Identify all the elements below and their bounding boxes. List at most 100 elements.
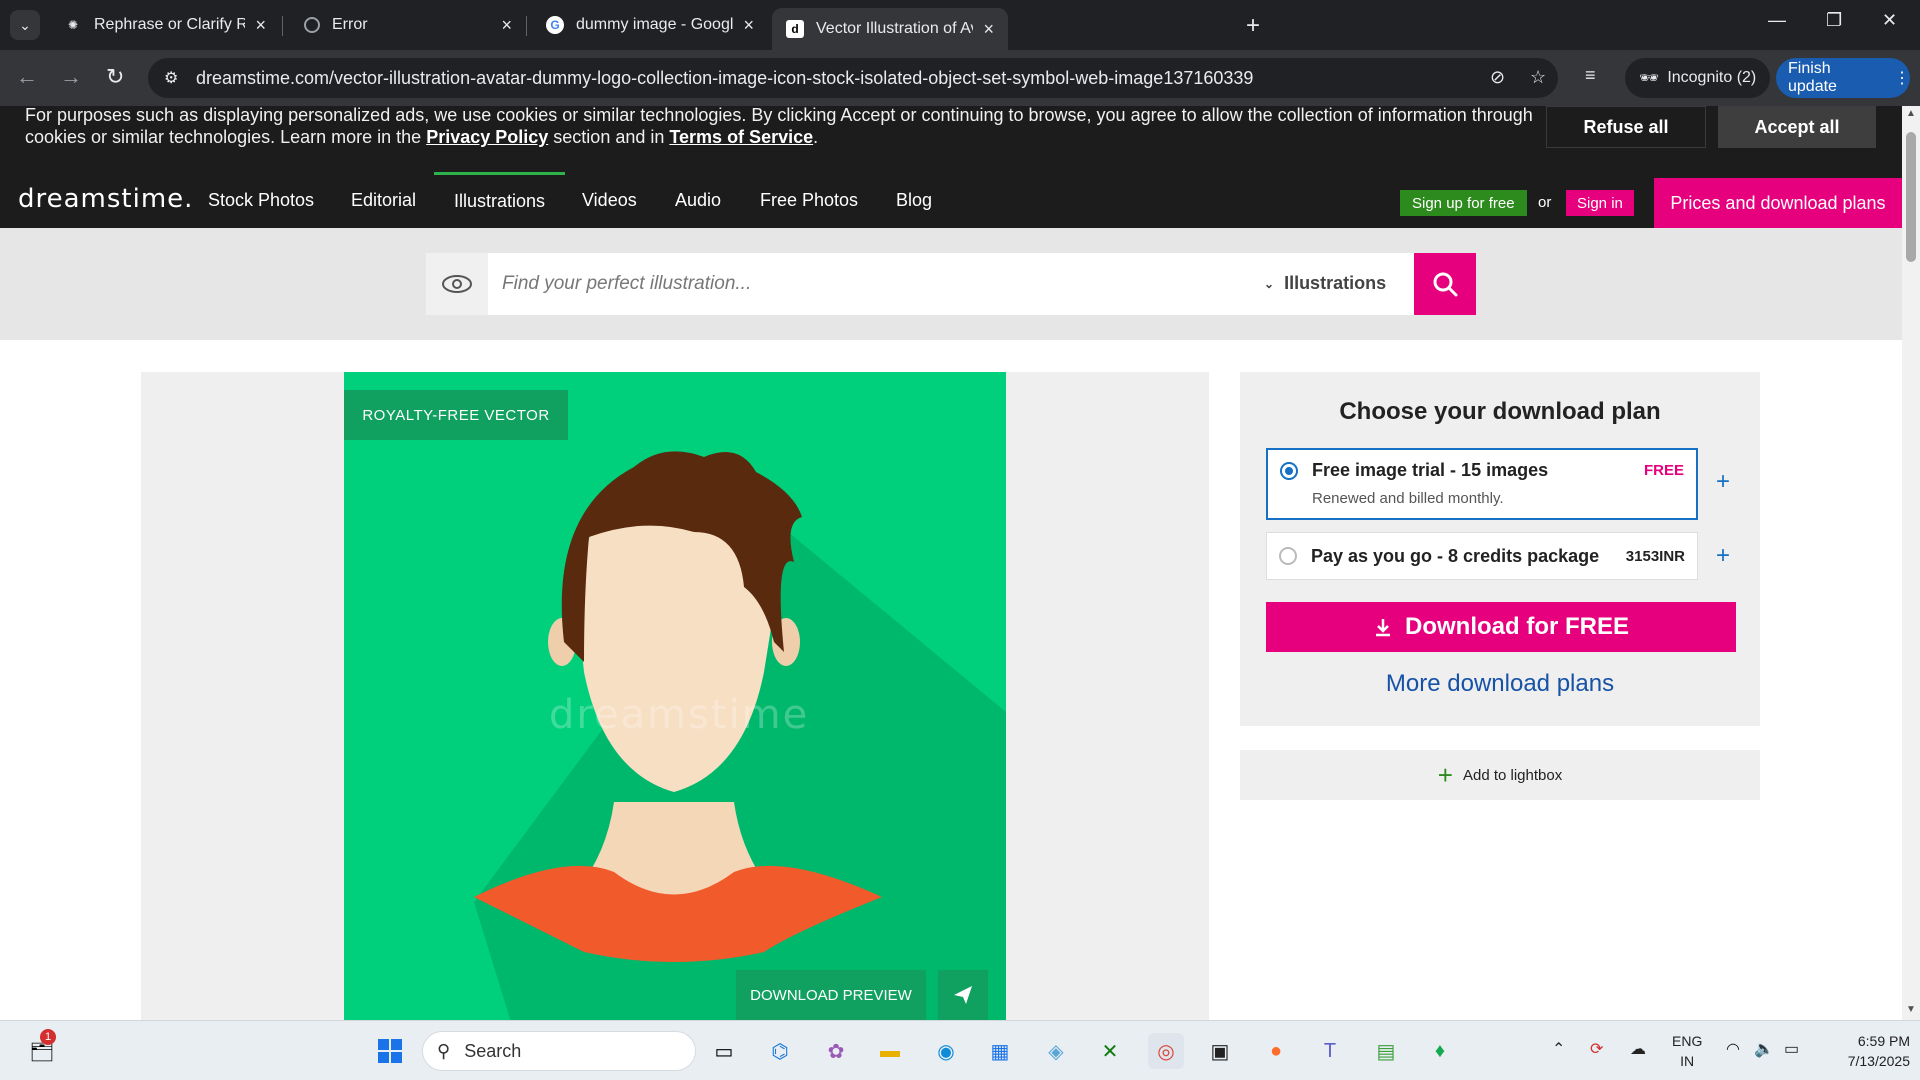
avatar-illustration[interactable]: ROYALTY-FREE VECTOR dreamstime DOWNLOAD … (344, 372, 1006, 1020)
star-icon[interactable]: ☆ (1530, 67, 1546, 88)
expand-plan-plus-icon[interactable]: + (1716, 542, 1730, 570)
expand-plan-plus-icon[interactable]: + (1716, 468, 1730, 496)
scroll-up-icon[interactable]: ▲ (1906, 108, 1916, 119)
nav-audio[interactable]: Audio (675, 172, 721, 228)
dreamstime-logo[interactable]: dreamstime. (18, 184, 193, 214)
send-icon (954, 986, 972, 1004)
minimize-icon[interactable]: — (1768, 10, 1786, 31)
app-icon[interactable]: ▤ (1368, 1033, 1404, 1069)
forward-icon[interactable]: → (60, 64, 82, 90)
close-icon[interactable]: × (501, 15, 512, 36)
close-window-icon[interactable]: ✕ (1882, 10, 1897, 31)
teams-icon[interactable]: T (1312, 1033, 1348, 1069)
google-icon: G (546, 16, 564, 34)
store-icon[interactable]: ▦ (982, 1033, 1018, 1069)
reading-list-icon[interactable]: ≡ (1585, 65, 1596, 86)
sign-in-button[interactable]: Sign in (1566, 190, 1634, 216)
search-input[interactable] (502, 267, 1102, 301)
restore-icon[interactable]: ❐ (1826, 10, 1842, 31)
plan-radio-selected[interactable] (1280, 462, 1298, 480)
finish-update-button[interactable]: Finish update ⋮ (1776, 58, 1910, 98)
close-icon[interactable]: × (255, 15, 266, 36)
postman-icon[interactable]: ● (1258, 1033, 1294, 1069)
nav-free-photos[interactable]: Free Photos (760, 172, 858, 228)
tab-google-search[interactable]: G dummy image - Google Search × (532, 8, 768, 42)
plus-icon: + (1437, 760, 1453, 790)
notification-badge: 1 (40, 1029, 56, 1045)
xbox-icon[interactable]: ✕ (1092, 1033, 1128, 1069)
scrollbar-thumb[interactable] (1906, 132, 1916, 262)
show-hidden-icons-icon[interactable]: ⌃ (1552, 1039, 1565, 1059)
accept-all-button[interactable]: Accept all (1718, 106, 1876, 148)
search-button[interactable] (1414, 253, 1476, 315)
or-label: or (1538, 194, 1552, 211)
clock-time: 6:59 PM (1857, 1033, 1910, 1049)
mongodb-icon[interactable]: ♦ (1422, 1033, 1458, 1069)
more-download-plans-link[interactable]: More download plans (1240, 670, 1760, 698)
browser-tab-strip: ⌄ ✺ Rephrase or Clarify Request × Error … (0, 0, 1920, 50)
edge-icon[interactable]: ◉ (928, 1033, 964, 1069)
terms-of-service-link[interactable]: Terms of Service (669, 127, 813, 147)
reload-icon[interactable]: ↻ (106, 64, 124, 90)
copilot-icon[interactable]: ✿ (818, 1033, 854, 1069)
tab-search-button[interactable]: ⌄ (10, 10, 40, 40)
plan-radio[interactable] (1279, 547, 1297, 565)
taskbar-search[interactable]: ⚲ Search (422, 1031, 696, 1071)
nav-videos[interactable]: Videos (582, 172, 637, 228)
close-icon[interactable]: × (983, 19, 994, 40)
site-navigation: dreamstime. Stock Photos Editorial Illus… (0, 172, 1902, 228)
plan-option-free-trial[interactable]: Free image trial - 15 images Renewed and… (1266, 448, 1698, 520)
tab-dreamstime[interactable]: d Vector Illustration of Avatar and × (772, 8, 1008, 50)
close-icon[interactable]: × (743, 15, 754, 36)
onedrive-icon[interactable]: ☁ (1630, 1039, 1646, 1059)
tab-rephrase[interactable]: ✺ Rephrase or Clarify Request × (50, 8, 280, 42)
category-dropdown[interactable]: ⌄ Illustrations (1264, 273, 1386, 294)
chevron-down-icon: ⌄ (1264, 276, 1275, 291)
tab-title: Vector Illustration of Avatar and (816, 20, 973, 37)
add-to-lightbox-button[interactable]: + Add to lightbox (1240, 750, 1760, 800)
dreamstime-favicon-icon: d (786, 20, 804, 38)
sign-up-button[interactable]: Sign up for free (1400, 190, 1527, 216)
start-windows-icon[interactable] (372, 1033, 408, 1069)
terminal-icon[interactable]: ▣ (1202, 1033, 1238, 1069)
vscode-icon[interactable]: ⌬ (762, 1033, 798, 1069)
share-button[interactable] (938, 970, 988, 1020)
scroll-down-icon[interactable]: ▼ (1906, 1004, 1916, 1015)
clock-date: 7/13/2025 (1847, 1053, 1910, 1069)
address-bar[interactable]: ⚙ dreamstime.com/vector-illustration-ava… (148, 58, 1558, 98)
widgets-icon[interactable]: 🗂 1 (24, 1029, 60, 1069)
back-icon[interactable]: ← (16, 64, 38, 90)
sync-icon[interactable]: ⟳ (1590, 1039, 1603, 1059)
nav-illustrations[interactable]: Illustrations (434, 172, 566, 228)
nav-blog[interactable]: Blog (896, 172, 932, 228)
windows-taskbar: 🗂 1 ⚲ Search ▭ ⌬ ✿ ▬ ◉ ▦ ◈ ✕ ◎ ▣ ● T ▤ ♦… (0, 1020, 1920, 1080)
volume-icon[interactable]: 🔈 (1754, 1039, 1774, 1059)
prices-button[interactable]: Prices and download plans (1654, 178, 1902, 228)
download-free-button[interactable]: Download for FREE (1266, 602, 1736, 652)
globe-icon (304, 17, 320, 33)
plan-option-pay-as-you-go[interactable]: Pay as you go - 8 credits package 3153IN… (1266, 532, 1698, 580)
battery-icon[interactable]: ▭ (1784, 1039, 1799, 1059)
language-indicator[interactable]: ENG IN (1672, 1031, 1702, 1071)
site-info-icon[interactable]: ⚙ (164, 68, 178, 88)
incognito-indicator[interactable]: 🕶 Incognito (2) (1625, 58, 1771, 98)
chrome-icon[interactable]: ◎ (1148, 1033, 1184, 1069)
page-scrollbar[interactable]: ▲ ▼ (1902, 106, 1920, 1020)
security-icon[interactable]: ◈ (1038, 1033, 1074, 1069)
system-clock[interactable]: 6:59 PM 7/13/2025 (1820, 1031, 1910, 1071)
download-preview-button[interactable]: DOWNLOAD PREVIEW (736, 970, 926, 1020)
tab-error[interactable]: Error × (290, 8, 526, 42)
new-tab-button[interactable]: + (1246, 12, 1260, 40)
privacy-policy-link[interactable]: Privacy Policy (426, 127, 548, 147)
more-menu-icon[interactable]: ⋮ (1894, 68, 1910, 88)
wifi-icon[interactable]: ◠ (1726, 1039, 1740, 1059)
eye-off-icon[interactable]: ⊘ (1490, 67, 1505, 88)
file-explorer-icon[interactable]: ▬ (872, 1033, 908, 1069)
refuse-all-button[interactable]: Refuse all (1546, 106, 1706, 148)
image-panel: ROYALTY-FREE VECTOR dreamstime DOWNLOAD … (141, 372, 1209, 1020)
nav-editorial[interactable]: Editorial (351, 172, 416, 228)
visual-search-eye-icon[interactable] (426, 253, 488, 315)
task-view-icon[interactable]: ▭ (706, 1033, 742, 1069)
nav-stock-photos[interactable]: Stock Photos (208, 172, 314, 228)
url-text[interactable]: dreamstime.com/vector-illustration-avata… (196, 68, 1253, 89)
